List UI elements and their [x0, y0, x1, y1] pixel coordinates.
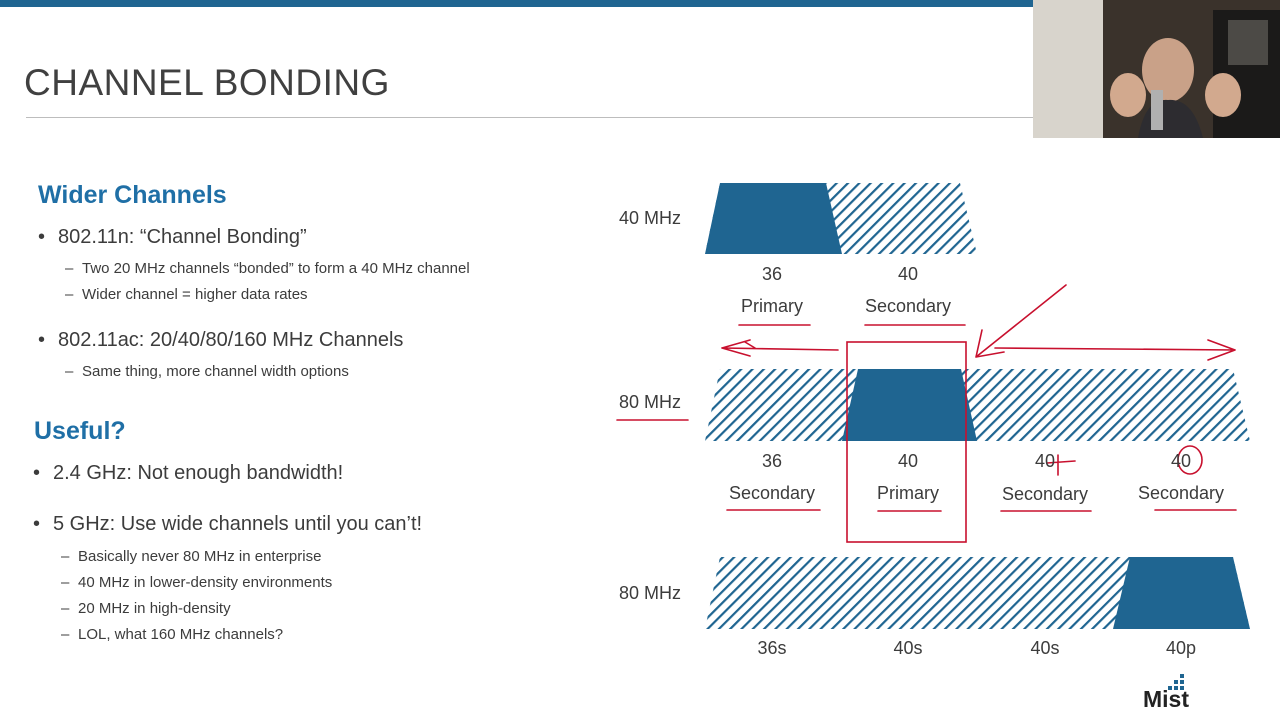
left-arrow [721, 339, 839, 357]
row3-ch1: 36s [757, 638, 787, 658]
row2-band-primary [842, 369, 977, 441]
row2-band-hatched [705, 369, 1250, 441]
row3-ch2: 40s [893, 638, 923, 658]
presenter-video-icon [1033, 0, 1280, 138]
row3-width-label: 80 MHz [619, 583, 682, 603]
row2-role1: Secondary [728, 483, 816, 503]
row1-ch1: 36 [761, 264, 783, 284]
row2-ch2: 40 [897, 451, 919, 471]
right-arrow [994, 339, 1236, 361]
row2-role4: Secondary [1137, 483, 1225, 503]
presenter-webcam [1033, 0, 1280, 138]
row1-ch2: 40 [897, 264, 919, 284]
row2-ch1: 36 [761, 451, 783, 471]
row2-ch3: 40 [1034, 451, 1056, 471]
row3-ch4: 40p [1165, 638, 1197, 658]
row3-ch3: 40s [1030, 638, 1060, 658]
row2-role2: Primary [877, 483, 939, 503]
row1-role1: Primary [741, 296, 803, 316]
mist-logo-text: Mist [1143, 686, 1189, 712]
row2-width-label: 80 MHz [619, 392, 682, 412]
row2-ch4: 40 [1170, 451, 1192, 471]
row1-band-primary [705, 183, 842, 254]
row1-role2: Secondary [864, 296, 952, 316]
diagonal-arrow [975, 284, 1067, 358]
row2-role3: Secondary [1001, 484, 1089, 504]
row1-width-label: 40 MHz [619, 208, 682, 228]
row3-band-primary [1113, 557, 1250, 629]
